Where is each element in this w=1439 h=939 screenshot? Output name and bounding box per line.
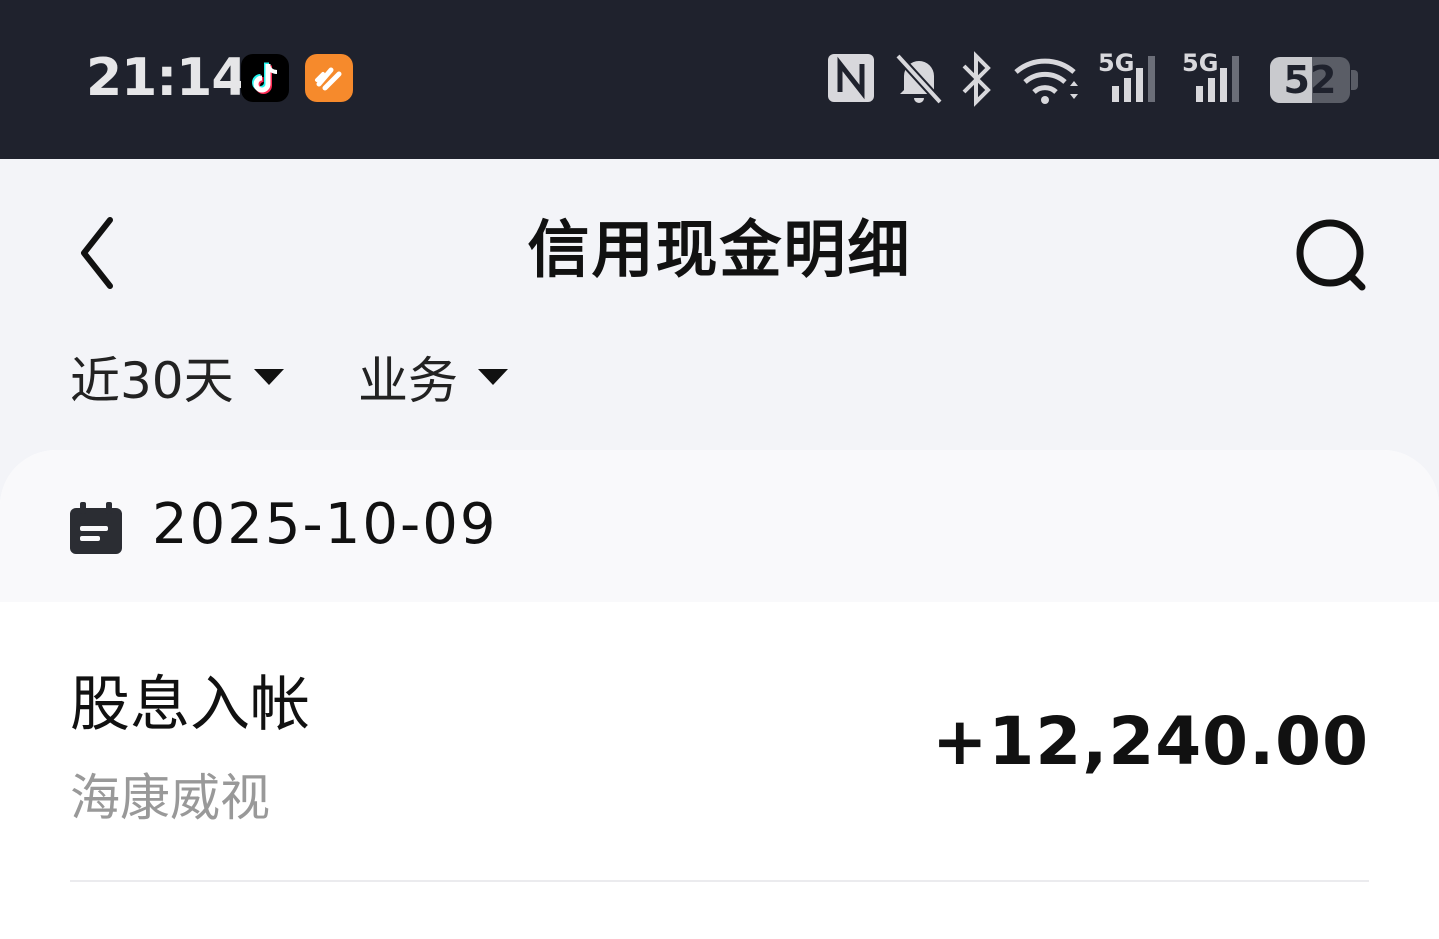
business-filter[interactable]: 业务 (358, 345, 508, 410)
battery-icon: 52 (1270, 57, 1350, 103)
mute-icon (895, 53, 943, 105)
wifi-icon (1014, 58, 1078, 104)
records-card: 2025-10-09 股息入帐 海康威视 +12,240.00 (0, 450, 1439, 939)
search-icon (1296, 219, 1366, 291)
transaction-row[interactable]: 股息入帐 海康威视 +12,240.00 (0, 602, 1439, 882)
status-bar: 21:14 5G 5G 52 (0, 0, 1439, 159)
signal-5g-icon: 5G (1182, 50, 1248, 106)
date-group-header: 2025-10-09 (0, 450, 1439, 602)
transaction-security-name: 海康威视 (70, 769, 270, 827)
date-range-filter[interactable]: 近30天 (70, 345, 284, 410)
group-date: 2025-10-09 (152, 492, 498, 557)
battery-level: 52 (1283, 58, 1337, 102)
date-range-label: 近30天 (70, 352, 234, 410)
caret-down-icon (253, 369, 284, 385)
business-label: 业务 (358, 352, 458, 410)
status-time: 21:14 (86, 48, 248, 108)
row-divider (70, 880, 1369, 882)
battery-tip (1351, 70, 1358, 90)
nfc-icon (828, 54, 874, 102)
transaction-amount: +12,240.00 (932, 703, 1369, 780)
page-title: 信用现金明细 (527, 213, 912, 286)
bluetooth-icon (962, 51, 991, 107)
signal-5g-icon: 5G (1098, 50, 1164, 106)
caret-down-icon (478, 369, 508, 385)
hellobike-icon (305, 54, 353, 102)
search-button[interactable] (1290, 215, 1374, 299)
transaction-type: 股息入帐 (70, 670, 310, 740)
tiktok-icon (241, 54, 289, 102)
calendar-icon (70, 502, 122, 554)
